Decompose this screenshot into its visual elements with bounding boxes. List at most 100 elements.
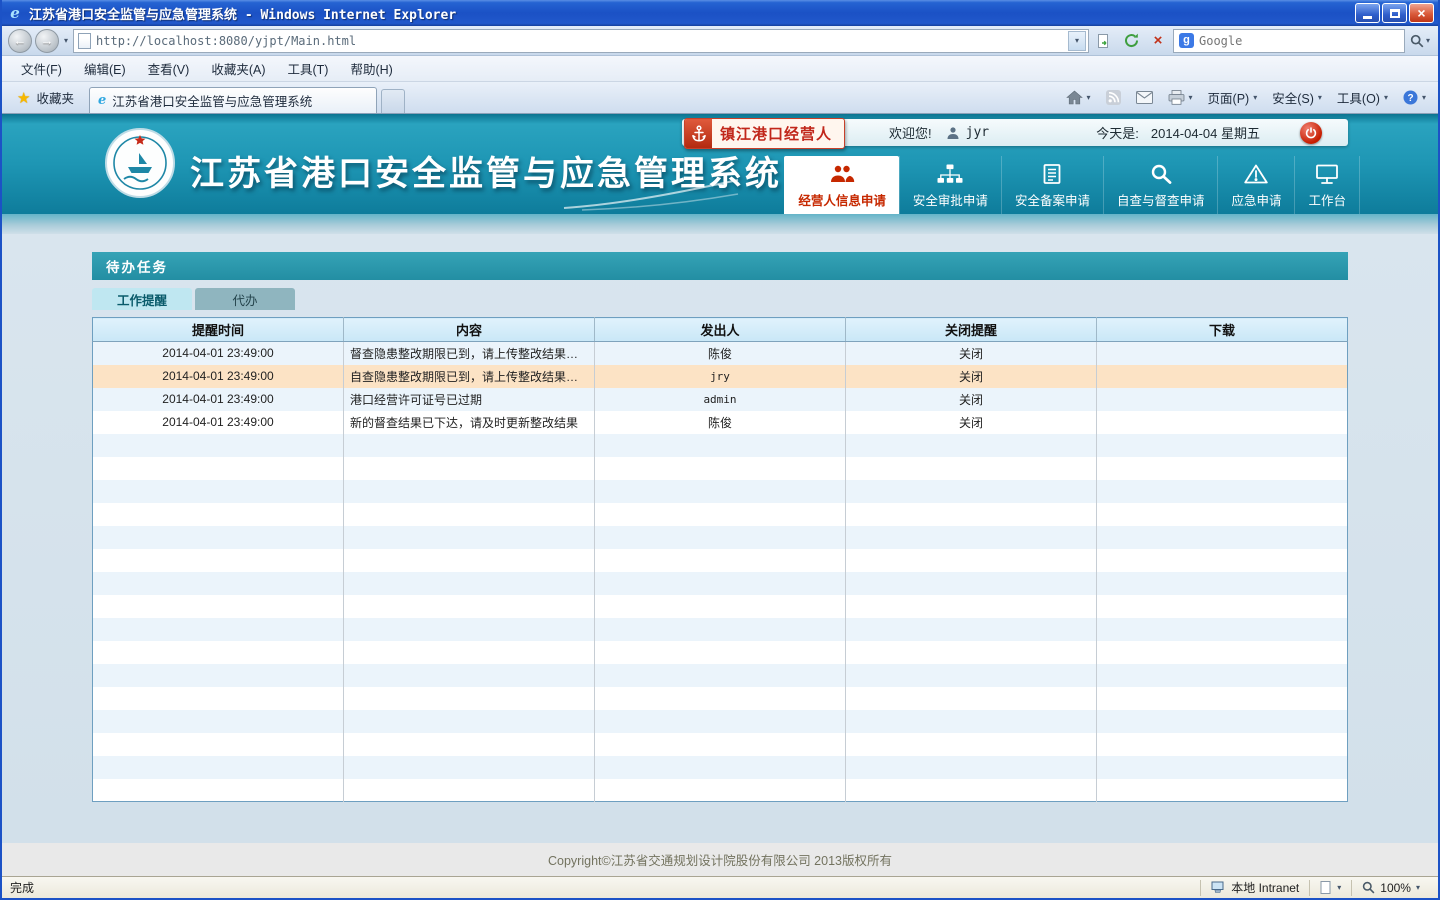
system-title: 江苏省港口安全监管与应急管理系统 — [190, 146, 782, 195]
table-row[interactable]: 2014-04-01 23:49:00 自查隐患整改期限已到，请上传整改结果… … — [93, 365, 1348, 388]
task-tabs: 工作提醒 代办 — [92, 288, 1348, 310]
nav-workbench[interactable]: 工作台 — [1294, 156, 1360, 214]
date-display: 今天是: 2014-04-04 星期五 — [1096, 123, 1260, 142]
security-zone[interactable]: 本地 Intranet — [1200, 880, 1309, 896]
nav-inspection[interactable]: 自查与督查申请 — [1103, 156, 1218, 214]
user-icon — [946, 126, 960, 140]
table-row[interactable]: 2014-04-01 23:49:00 港口经营许可证号已过期 admin 关闭 — [93, 388, 1348, 411]
table-row[interactable]: 2014-04-01 23:49:00 新的督查结果已下达，请及时更新整改结果 … — [93, 411, 1348, 434]
tools-menu-button[interactable]: 工具(O) ▾ — [1331, 85, 1394, 110]
title-bar: e 江苏省港口安全监管与应急管理系统 - Windows Internet Ex… — [2, 0, 1438, 26]
new-tab-button[interactable] — [381, 89, 405, 113]
compatibility-status-button[interactable]: ▾ — [1309, 880, 1351, 896]
help-icon: ? — [1403, 90, 1418, 105]
ie-logo-icon: e — [6, 4, 24, 22]
role-badge: 镇江港口经营人 — [684, 118, 845, 149]
search-input[interactable] — [1199, 34, 1399, 48]
search-box: g — [1173, 29, 1405, 53]
home-icon — [1066, 90, 1083, 105]
zoom-dropdown-icon: ▾ — [1416, 883, 1420, 892]
empty-row — [93, 756, 1348, 779]
warning-triangle-icon — [1244, 162, 1268, 186]
menu-favorites[interactable]: 收藏夹(A) — [200, 56, 276, 81]
close-reminder-link[interactable]: 关闭 — [846, 388, 1097, 411]
empty-row — [93, 503, 1348, 526]
refresh-button[interactable] — [1119, 29, 1143, 53]
close-button[interactable]: × — [1409, 3, 1434, 23]
search-button[interactable]: ▾ — [1408, 29, 1432, 53]
empty-row — [93, 526, 1348, 549]
printer-icon — [1168, 90, 1185, 105]
empty-row — [93, 480, 1348, 503]
menu-view[interactable]: 查看(V) — [137, 56, 201, 81]
history-dropdown-icon[interactable]: ▾ — [62, 36, 70, 45]
nav-safety-record[interactable]: 安全备案申请 — [1001, 156, 1103, 214]
zoom-control[interactable]: 100% ▾ — [1351, 880, 1430, 896]
page-icon — [78, 33, 91, 49]
cell-content: 新的督查结果已下达，请及时更新整改结果 — [344, 411, 595, 434]
forward-button[interactable]: → — [35, 29, 59, 53]
cell-download — [1097, 411, 1348, 434]
menu-file[interactable]: 文件(F) — [10, 56, 73, 81]
stop-button[interactable]: × — [1146, 29, 1170, 53]
menu-tools[interactable]: 工具(T) — [276, 56, 339, 81]
main-nav: 经营人信息申请 安全审批申请 安全备案申请 自查与督查申请 — [784, 156, 1360, 214]
empty-row — [93, 710, 1348, 733]
refresh-icon — [1124, 33, 1139, 48]
tab-work-reminder[interactable]: 工作提醒 — [92, 288, 192, 310]
cell-time: 2014-04-01 23:49:00 — [93, 365, 344, 388]
people-icon — [829, 162, 855, 186]
cell-content: 督查隐患整改期限已到，请上传整改结果… — [344, 342, 595, 365]
back-button[interactable]: ← — [8, 29, 32, 53]
org-chart-icon — [937, 162, 963, 186]
url-input[interactable] — [96, 31, 1068, 51]
search-dropdown-icon[interactable]: ▾ — [1426, 36, 1430, 45]
user-info-strip: 镇江港口经营人 欢迎您! jyr 今天是: 2014-04-04 星期五 — [682, 119, 1348, 146]
home-dropdown-icon[interactable]: ▾ — [1087, 93, 1091, 102]
content-area: 待办任务 工作提醒 代办 提醒时间 内容 发出人 关闭提醒 下载 2014-04… — [2, 234, 1438, 843]
close-reminder-link[interactable]: 关闭 — [846, 342, 1097, 365]
browser-tab[interactable]: e 江苏省港口安全监管与应急管理系统 — [89, 87, 377, 113]
safety-dropdown-icon: ▾ — [1318, 93, 1322, 102]
star-icon: ★ — [17, 89, 30, 107]
read-mail-button[interactable] — [1130, 88, 1159, 107]
address-bar[interactable]: ▾ — [73, 29, 1089, 53]
nav-operator-info[interactable]: 经营人信息申请 — [784, 156, 899, 214]
page-menu-button[interactable]: 页面(P) ▾ — [1202, 85, 1264, 110]
table-header-row: 提醒时间 内容 发出人 关闭提醒 下载 — [93, 318, 1348, 342]
minimize-button[interactable] — [1355, 3, 1380, 23]
compatibility-view-button[interactable] — [1092, 29, 1116, 53]
close-reminder-link[interactable]: 关闭 — [846, 411, 1097, 434]
cell-download — [1097, 342, 1348, 365]
print-button[interactable]: ▾ — [1162, 87, 1199, 108]
anchor-icon — [685, 119, 712, 148]
help-button[interactable]: ? ▾ — [1397, 87, 1432, 108]
print-dropdown-icon[interactable]: ▾ — [1189, 93, 1193, 102]
home-button[interactable]: ▾ — [1060, 87, 1097, 108]
nav-safety-approval[interactable]: 安全审批申请 — [899, 156, 1001, 214]
table-row[interactable]: 2014-04-01 23:49:00 督查隐患整改期限已到，请上传整改结果… … — [93, 342, 1348, 365]
tab-todo[interactable]: 代办 — [195, 288, 295, 310]
menu-edit[interactable]: 编辑(E) — [73, 56, 137, 81]
logout-button[interactable] — [1300, 122, 1322, 144]
menu-bar: 文件(F) 编辑(E) 查看(V) 收藏夹(A) 工具(T) 帮助(H) — [2, 56, 1438, 82]
favorites-button[interactable]: ★ 收藏夹 — [6, 86, 85, 110]
feeds-button[interactable] — [1100, 87, 1127, 108]
menu-help[interactable]: 帮助(H) — [339, 56, 403, 81]
address-dropdown-icon[interactable]: ▾ — [1068, 31, 1086, 51]
status-bar: 完成 本地 Intranet ▾ 100% ▾ — [2, 876, 1438, 898]
cell-time: 2014-04-01 23:49:00 — [93, 342, 344, 365]
username: jyr — [966, 125, 989, 140]
svg-text:?: ? — [1407, 93, 1413, 104]
section-title-bar: 待办任务 — [92, 252, 1348, 280]
close-reminder-link[interactable]: 关闭 — [846, 365, 1097, 388]
copyright-text: Copyright©江苏省交通规划设计院股份有限公司 2013版权所有 — [548, 850, 892, 869]
google-icon: g — [1179, 33, 1194, 48]
safety-menu-button[interactable]: 安全(S) ▾ — [1266, 85, 1328, 110]
nav-emergency[interactable]: 应急申请 — [1217, 156, 1294, 214]
empty-row — [93, 733, 1348, 756]
document-icon — [1041, 162, 1063, 186]
date-label: 今天是: — [1096, 123, 1139, 142]
empty-row — [93, 618, 1348, 641]
maximize-button[interactable] — [1382, 3, 1407, 23]
